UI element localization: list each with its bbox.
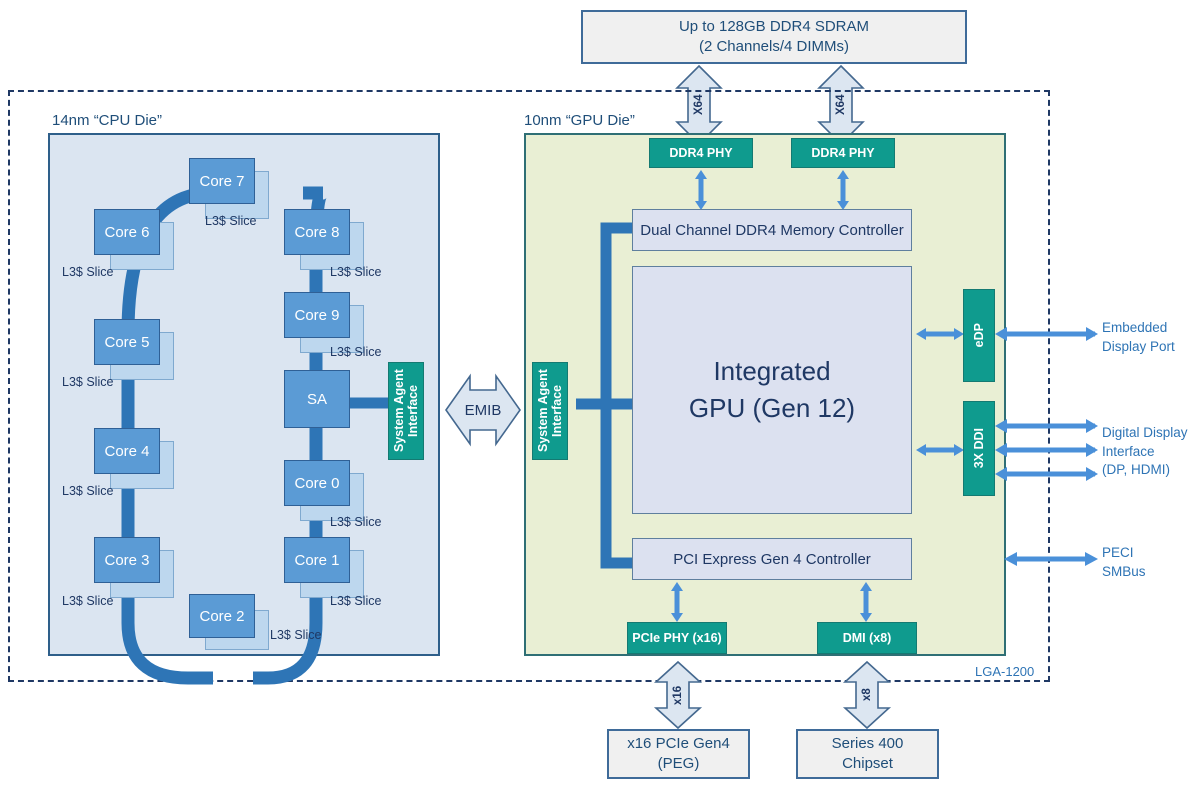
digital-display-interface-label: Digital Display Interface (DP, HDMI)	[1102, 424, 1188, 480]
ddi-external-label-arrow-3	[1040, 467, 1098, 481]
cpu-die-label: 14nm “CPU Die”	[52, 112, 163, 129]
core-6: Core 6	[94, 209, 160, 255]
chipset-label-line1: Series 400	[831, 734, 904, 752]
peg-block: x16 PCIe Gen4 (PEG)	[607, 729, 750, 779]
core-1: Core 1	[284, 537, 350, 583]
l3-slice-label-core0: L3$ Slice	[330, 515, 382, 529]
core-3: Core 3	[94, 537, 160, 583]
l3-slice-label-core7: L3$ Slice	[205, 214, 257, 228]
ddi-label-line1: Digital Display	[1102, 425, 1188, 440]
edp-label: eDP	[972, 323, 986, 348]
peci-smbus-label: PECI SMBus	[1102, 544, 1146, 581]
edp-external-label-arrow	[1040, 327, 1098, 341]
core-2: Core 2	[189, 594, 255, 638]
l3-slice-label-core2: L3$ Slice	[270, 628, 322, 642]
chipset-bus-label: x8	[861, 688, 873, 702]
smbus-label: SMBus	[1102, 563, 1146, 579]
chipset-label-line2: Chipset	[842, 755, 893, 772]
edp-label-line2: Display Port	[1102, 338, 1175, 354]
core-9: Core 9	[284, 292, 350, 338]
dram-label-line2: (2 Channels/4 DIMMs)	[698, 38, 850, 55]
integrated-gpu-label-line2: GPU (Gen 12)	[688, 393, 856, 423]
peci-smbus-arrow	[1004, 552, 1098, 566]
ddi-label-line2: Interface	[1102, 443, 1155, 459]
peci-label: PECI	[1102, 545, 1134, 560]
ddi-label: 3X DDI	[972, 428, 986, 469]
integrated-gpu-label-line1: Integrated	[713, 356, 831, 387]
ddi-external-label-arrow-1	[1040, 419, 1098, 433]
l3-slice-label-core6: L3$ Slice	[62, 265, 114, 279]
dram-block: Up to 128GB DDR4 SDRAM (2 Channels/4 DIM…	[581, 10, 967, 64]
ddi-label-line3: (DP, HDMI)	[1102, 462, 1171, 478]
diagram-canvas: Up to 128GB DDR4 SDRAM (2 Channels/4 DIM…	[0, 0, 1200, 792]
cpu-system-agent-interface-label: System Agent Interface	[392, 369, 420, 453]
l3-slice-label-core3: L3$ Slice	[62, 594, 114, 608]
pcie-controller-block: PCI Express Gen 4 Controller	[632, 538, 912, 580]
emib-label: EMIB	[464, 401, 502, 419]
peg-label-line2: (PEG)	[657, 755, 700, 772]
core-8: Core 8	[284, 209, 350, 255]
ddi-external-label-arrow-2	[1040, 443, 1098, 457]
l3-slice-label-core9: L3$ Slice	[330, 345, 382, 359]
gpu-die-label: 10nm “GPU Die”	[524, 112, 635, 129]
peg-label-line1: x16 PCIe Gen4	[627, 734, 730, 752]
gpu-system-agent-interface: System Agent Interface	[532, 362, 568, 460]
l3-slice-label-core4: L3$ Slice	[62, 484, 114, 498]
system-agent-block: SA	[284, 370, 350, 428]
dram-label-line1: Up to 128GB DDR4 SDRAM	[678, 17, 870, 35]
peg-bus-label: x16	[672, 685, 684, 705]
integrated-gpu-block: Integrated GPU (Gen 12)	[632, 266, 912, 514]
core-5: Core 5	[94, 319, 160, 365]
core-7: Core 7	[189, 158, 255, 204]
edp-label-line1: Embedded	[1102, 320, 1168, 335]
cpu-system-agent-interface: System Agent Interface	[388, 362, 424, 460]
core-4: Core 4	[94, 428, 160, 474]
package-label: LGA-1200	[975, 664, 1035, 679]
l3-slice-label-core5: L3$ Slice	[62, 375, 114, 389]
ddi-block: 3X DDI	[963, 401, 995, 496]
embedded-display-port-label: Embedded Display Port	[1102, 319, 1175, 356]
l3-slice-label-core1: L3$ Slice	[330, 594, 382, 608]
memory-controller-block: Dual Channel DDR4 Memory Controller	[632, 209, 912, 251]
edp-block: eDP	[963, 289, 995, 382]
core-0: Core 0	[284, 460, 350, 506]
gpu-system-agent-interface-label: System Agent Interface	[536, 369, 564, 453]
chipset-block: Series 400 Chipset	[796, 729, 939, 779]
l3-slice-label-core8: L3$ Slice	[330, 265, 382, 279]
